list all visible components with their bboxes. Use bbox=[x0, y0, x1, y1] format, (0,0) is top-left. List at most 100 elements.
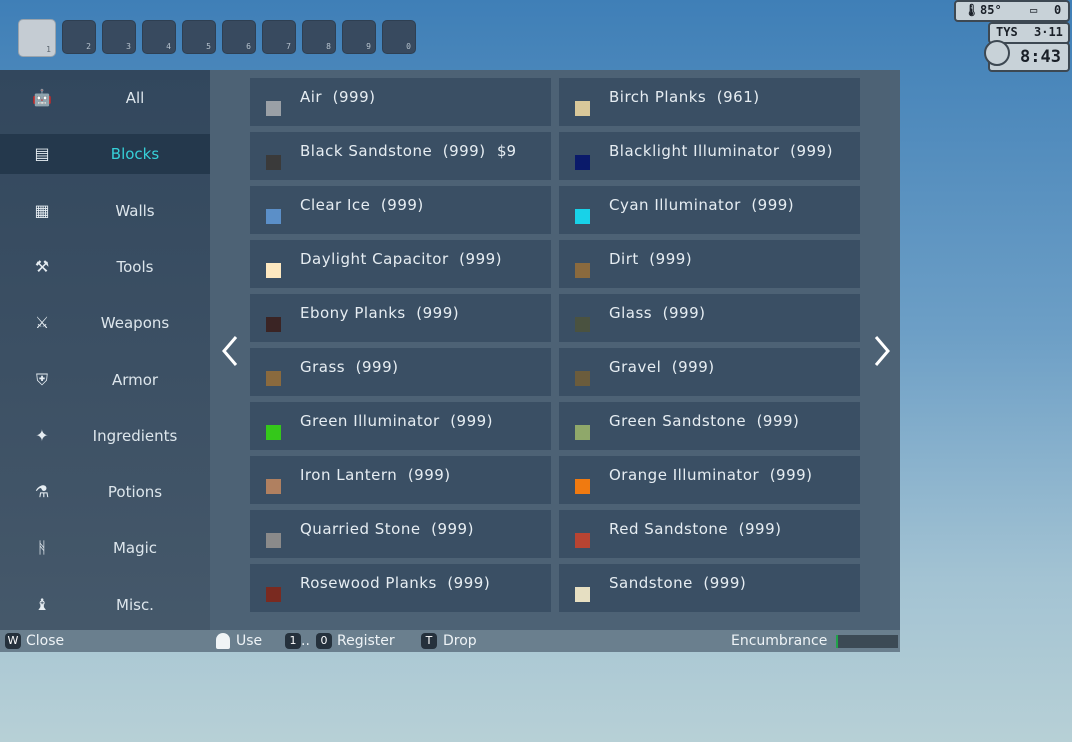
category-label: Weapons bbox=[100, 314, 170, 333]
control-hints-bar: W Close Use 1 .. 0 Register T Drop Encum… bbox=[0, 630, 900, 652]
hotbar-slot-number: 5 bbox=[206, 42, 211, 51]
category-all[interactable]: 🤖 All bbox=[0, 78, 210, 118]
item-slot[interactable]: Blacklight Illuminator (999) bbox=[559, 132, 860, 180]
hotbar-slot-7[interactable]: 7 bbox=[262, 20, 296, 54]
magic-rune-icon: ᚻ bbox=[37, 538, 47, 558]
category-label: Potions bbox=[107, 483, 163, 502]
hotbar-slot-number: 3 bbox=[126, 42, 131, 51]
hotbar-slot-number: 0 bbox=[406, 42, 411, 51]
battery-value: 0 bbox=[1054, 3, 1062, 17]
item-icon bbox=[575, 533, 590, 548]
category-weapons[interactable]: ⚔ Weapons bbox=[0, 303, 210, 343]
item-slot[interactable]: Orange Illuminator (999) bbox=[559, 456, 860, 504]
item-icon bbox=[266, 425, 281, 440]
hotbar-slot-number: 2 bbox=[86, 42, 91, 51]
item-slot[interactable]: Iron Lantern (999) bbox=[250, 456, 551, 504]
item-icon bbox=[266, 479, 281, 494]
register-key-start: 1 bbox=[285, 633, 301, 649]
category-armor[interactable]: ⛨ Armor bbox=[0, 360, 210, 400]
item-slot[interactable]: Quarried Stone (999) bbox=[250, 510, 551, 558]
category-sidebar: 🤖 All ▤ Blocks ▦ Walls ⚒ Tools ⚔ Weapons ⛨ Armor ✦ In… bbox=[0, 70, 210, 652]
hotbar-slot-1[interactable]: 1 bbox=[18, 19, 56, 57]
hotbar-slot-2[interactable]: 2 bbox=[62, 20, 96, 54]
item-icon bbox=[575, 155, 590, 170]
category-label: Tools bbox=[116, 257, 154, 276]
date-value: 3·11 bbox=[1034, 25, 1063, 39]
item-name: Glass (999) bbox=[609, 304, 706, 322]
category-ingredients[interactable]: ✦ Ingredients bbox=[0, 416, 210, 456]
time-value: 8:43 bbox=[1020, 47, 1061, 67]
category-walls[interactable]: ▦ Walls bbox=[0, 191, 210, 231]
inventory-panel: 🤖 All ▤ Blocks ▦ Walls ⚒ Tools ⚔ Weapons ⛨ Armor ✦ In… bbox=[0, 70, 900, 652]
item-icon bbox=[266, 587, 281, 602]
item-icon bbox=[575, 101, 590, 116]
item-name: Green Illuminator (999) bbox=[300, 412, 494, 430]
category-misc[interactable]: ♝ Misc. bbox=[0, 585, 210, 625]
moon-phase-icon bbox=[984, 40, 1010, 66]
item-icon bbox=[266, 155, 281, 170]
item-slot[interactable]: Rosewood Planks (999) bbox=[250, 564, 551, 612]
use-hint: Use bbox=[236, 633, 263, 649]
category-blocks[interactable]: ▤ Blocks bbox=[0, 134, 210, 175]
hotbar-slot-number: 6 bbox=[246, 42, 251, 51]
hotbar-slot-9[interactable]: 9 bbox=[342, 20, 376, 54]
encumbrance-label: Encumbrance bbox=[731, 633, 828, 649]
category-potions[interactable]: ⚗ Potions bbox=[0, 472, 210, 512]
mouse-icon bbox=[216, 633, 230, 649]
hotbar-slot-number: 7 bbox=[286, 42, 291, 51]
item-slot[interactable]: Birch Planks (961) bbox=[559, 78, 860, 126]
item-slot[interactable]: Cyan Illuminator (999) bbox=[559, 186, 860, 234]
item-slot[interactable]: Red Sandstone (999) bbox=[559, 510, 860, 558]
register-key-end: 0 bbox=[316, 633, 332, 649]
close-key: W bbox=[5, 633, 21, 649]
hotbar-slot-8[interactable]: 8 bbox=[302, 20, 336, 54]
hotbar-slot-0[interactable]: 0 bbox=[382, 20, 416, 54]
item-slot[interactable]: Daylight Capacitor (999) bbox=[250, 240, 551, 288]
category-label: Ingredients bbox=[92, 426, 178, 445]
item-icon bbox=[266, 101, 281, 116]
close-hint[interactable]: Close bbox=[26, 633, 64, 649]
crossed-swords-icon: ⚔ bbox=[34, 313, 50, 333]
item-slot[interactable]: Dirt (999) bbox=[559, 240, 860, 288]
brick-block-icon: ▤ bbox=[34, 144, 50, 164]
item-slot[interactable]: Green Illuminator (999) bbox=[250, 402, 551, 450]
item-name: Blacklight Illuminator (999) bbox=[609, 142, 833, 160]
item-icon bbox=[266, 317, 281, 332]
category-label: Armor bbox=[111, 370, 159, 389]
next-page-button[interactable] bbox=[870, 334, 892, 368]
item-slot[interactable]: Black Sandstone (999) $9 bbox=[250, 132, 551, 180]
item-name: Orange Illuminator (999) bbox=[609, 466, 813, 484]
hammer-icon: ⚒ bbox=[34, 256, 50, 276]
hotbar-slot-number: 1 bbox=[46, 45, 51, 54]
item-slot[interactable]: Glass (999) bbox=[559, 294, 860, 342]
day-label: TYS bbox=[996, 25, 1018, 39]
hotbar-slot-4[interactable]: 4 bbox=[142, 20, 176, 54]
hotbar-slot-6[interactable]: 6 bbox=[222, 20, 256, 54]
item-slot[interactable]: Grass (999) bbox=[250, 348, 551, 396]
prev-page-button[interactable] bbox=[220, 334, 242, 368]
item-icon bbox=[266, 263, 281, 278]
item-icon bbox=[575, 209, 590, 224]
category-tools[interactable]: ⚒ Tools bbox=[0, 247, 210, 287]
hotbar-slot-number: 8 bbox=[326, 42, 331, 51]
item-slot[interactable]: Clear Ice (999) bbox=[250, 186, 551, 234]
item-icon bbox=[266, 371, 281, 386]
item-slot[interactable]: Air (999) bbox=[250, 78, 551, 126]
item-slot[interactable]: Ebony Planks (999) bbox=[250, 294, 551, 342]
bag-icon: ♝ bbox=[34, 594, 50, 614]
item-slot[interactable]: Sandstone (999) bbox=[559, 564, 860, 612]
hotbar-slot-number: 4 bbox=[166, 42, 171, 51]
item-icon bbox=[575, 425, 590, 440]
item-slot[interactable]: Green Sandstone (999) bbox=[559, 402, 860, 450]
encumbrance-bar bbox=[836, 635, 898, 648]
item-icon bbox=[266, 209, 281, 224]
category-label: Misc. bbox=[116, 595, 154, 614]
item-slot[interactable]: Gravel (999) bbox=[559, 348, 860, 396]
hotbar-slot-5[interactable]: 5 bbox=[182, 20, 216, 54]
category-magic[interactable]: ᚻ Magic bbox=[0, 528, 210, 568]
category-label: Walls bbox=[115, 201, 155, 220]
item-name: Iron Lantern (999) bbox=[300, 466, 451, 484]
hotbar-slot-3[interactable]: 3 bbox=[102, 20, 136, 54]
register-hint: Register bbox=[337, 633, 395, 649]
item-icon bbox=[575, 317, 590, 332]
